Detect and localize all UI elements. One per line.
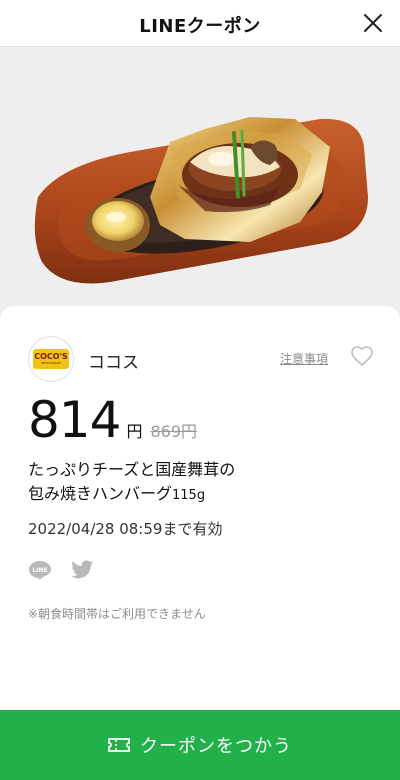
close-button[interactable]: [360, 10, 386, 36]
store-logo: COCO'S RESTAURANT: [28, 336, 74, 382]
page-title: LINEクーポン: [139, 16, 261, 37]
svg-text:LINE: LINE: [32, 567, 47, 574]
use-coupon-button[interactable]: クーポンをつかう: [0, 710, 400, 780]
header-bar: LINEクーポン: [0, 0, 400, 47]
expiry-date: 2022/04/28 08:59まで有効: [28, 520, 223, 538]
close-icon: [364, 14, 382, 32]
product-name-line-1: たっぷりチーズと国産舞茸の: [28, 460, 236, 479]
use-coupon-label: クーポンをつかう: [140, 736, 292, 757]
favorite-button[interactable]: [350, 344, 374, 368]
share-line-button[interactable]: LINE: [28, 560, 52, 580]
notes-link[interactable]: 注意事項: [280, 350, 328, 367]
coupon-card: COCO'S RESTAURANT ココス 注意事項 814 円 869円 たっ…: [0, 306, 400, 710]
logo-brand-text: COCO'S: [34, 352, 68, 361]
product-name: たっぷりチーズと国産舞茸の 包み焼きハンバーグ115g: [28, 458, 368, 508]
product-weight: 115g: [172, 488, 206, 503]
product-name-line-2: 包み焼きハンバーグ115g: [28, 482, 368, 508]
ticket-icon: [108, 738, 130, 752]
logo-sub-text: RESTAURANT: [41, 361, 61, 365]
coupon-screen: LINEクーポン COCO'S RESTAURANT ココス 注意事項 814 …: [0, 0, 400, 780]
discount-price: 814: [28, 391, 121, 449]
original-price: 869円: [150, 422, 197, 441]
product-image: [0, 47, 400, 332]
heart-icon: [351, 346, 373, 367]
usage-notice: ※朝食時間帯はご利用できません: [28, 607, 206, 621]
twitter-share-icon: [71, 560, 93, 579]
share-twitter-button[interactable]: [70, 560, 94, 580]
price-unit: 円: [126, 422, 143, 441]
cocos-logo-badge: COCO'S RESTAURANT: [33, 349, 69, 369]
store-name: ココス: [88, 353, 139, 373]
line-share-icon: LINE: [29, 561, 51, 580]
product-name-line-2-text: 包み焼きハンバーグ: [28, 484, 173, 503]
hamburg-steak-image: [34, 117, 369, 284]
price-row: 814 円 869円: [28, 392, 197, 448]
